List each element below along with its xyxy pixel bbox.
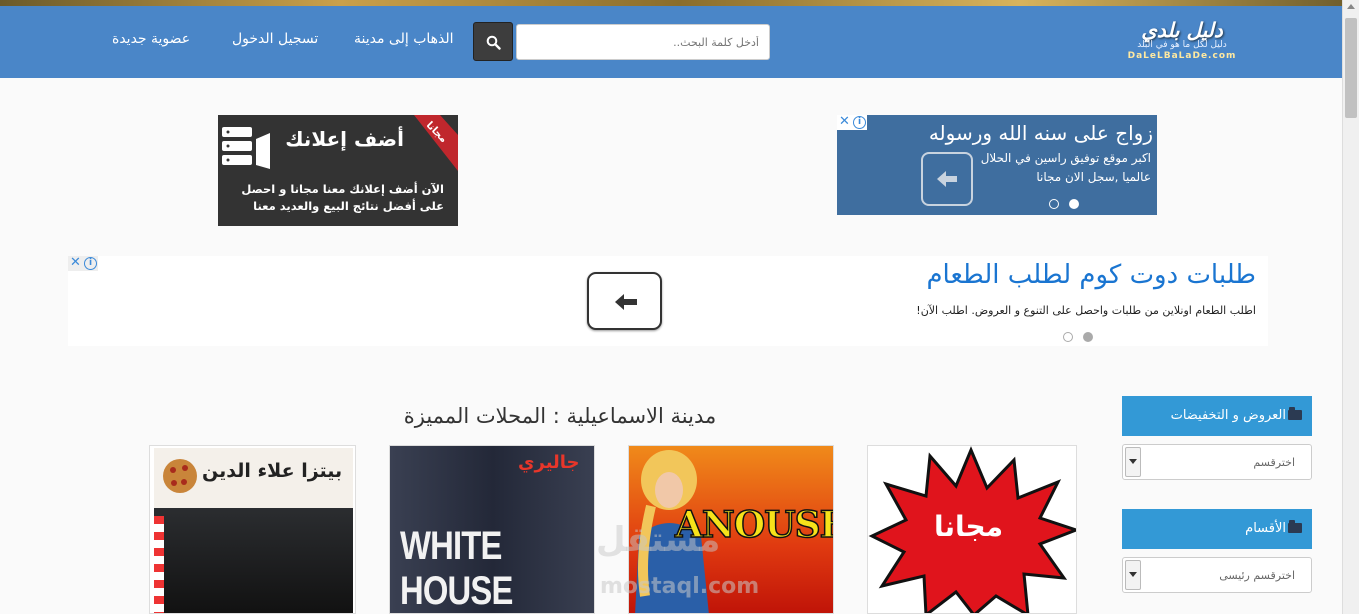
info-icon[interactable]: i bbox=[84, 257, 97, 270]
carousel-dot-active[interactable] bbox=[1083, 332, 1093, 342]
categories-panel-header: الأقسام bbox=[1122, 509, 1312, 549]
ad-arrow-button[interactable] bbox=[921, 152, 973, 206]
ad-title: زواج على سنه الله ورسوله bbox=[928, 121, 1153, 145]
offers-panel-title: العروض و التخفيضات bbox=[1170, 408, 1286, 423]
main-category-select[interactable]: اخترقسم رئيسى bbox=[1122, 557, 1312, 593]
card-top-label: جاليري bbox=[518, 452, 580, 473]
ad-title: أضف إعلانك bbox=[285, 127, 404, 151]
folder-open-icon bbox=[1288, 520, 1302, 533]
ad-body: الآن أضف إعلانك معنا مجانا و احصل على أف… bbox=[241, 182, 444, 213]
card-label: WHITE HOUSE bbox=[400, 524, 513, 613]
search-icon bbox=[486, 35, 501, 50]
offers-category-select[interactable]: اخترقسم bbox=[1122, 444, 1312, 480]
ad-arrow-button[interactable] bbox=[587, 272, 662, 330]
carousel-dot[interactable] bbox=[1063, 332, 1073, 342]
carousel-dot-active[interactable] bbox=[1069, 199, 1079, 209]
search-button[interactable] bbox=[473, 22, 513, 61]
watermark-arabic: مستقل bbox=[596, 520, 721, 560]
scrollbar-thumb[interactable] bbox=[1345, 18, 1357, 118]
carousel-dot[interactable] bbox=[1049, 199, 1059, 209]
talabat-ad[interactable]: ✕ i طلبات دوت كوم لطلب الطعام اطلب الطعا… bbox=[68, 256, 1268, 346]
info-icon[interactable]: i bbox=[853, 116, 866, 129]
storefront-image bbox=[154, 508, 353, 613]
ad-body: اكبر موقع توفيق راسين في الحلال عالميا ,… bbox=[980, 151, 1151, 184]
categories-panel-title: الأقسام bbox=[1245, 521, 1286, 536]
scroll-up-icon[interactable] bbox=[1347, 4, 1355, 9]
watermark-domain: mostaql.com bbox=[600, 574, 760, 599]
ad-choices[interactable]: ✕ i bbox=[68, 256, 98, 271]
nav-login[interactable]: تسجيل الدخول bbox=[232, 31, 318, 47]
ad-body: اطلب الطعام اونلاين من طلبات واحصل على ا… bbox=[916, 304, 1256, 317]
ad-title: طلبات دوت كوم لطلب الطعام bbox=[926, 260, 1256, 290]
chevron-down-icon[interactable] bbox=[1125, 560, 1141, 590]
folder-open-icon bbox=[1288, 407, 1302, 420]
pizza-icon bbox=[163, 459, 197, 493]
logo-title: دليل بلدي bbox=[1141, 18, 1223, 42]
select-value: اخترقسم رئيسى bbox=[1219, 569, 1295, 582]
logo-tagline: دليل لكل ما هو في البلد bbox=[1137, 40, 1227, 50]
nav-go-to-city[interactable]: الذهاب إلى مدينة bbox=[354, 31, 454, 47]
shop-card-white-house[interactable]: جاليري WHITE HOUSE bbox=[389, 445, 595, 614]
barber-pole bbox=[154, 516, 164, 613]
select-value: اخترقسم bbox=[1253, 456, 1295, 469]
marriage-ad[interactable]: ✕ i زواج على سنه الله ورسوله اكبر موقع ت… bbox=[837, 115, 1157, 215]
card-label: مجانا bbox=[934, 510, 1004, 543]
offers-panel-header: العروض و التخفيضات bbox=[1122, 396, 1312, 436]
shop-card-free[interactable]: مجانا bbox=[867, 445, 1077, 614]
featured-shops-title: مدينة الاسماعيلية : المحلات المميزة bbox=[403, 404, 717, 428]
server-icon bbox=[222, 127, 270, 169]
chevron-down-icon[interactable] bbox=[1125, 447, 1141, 477]
logo-domain: DaLeLBaLaDe.com bbox=[1127, 51, 1237, 61]
close-icon[interactable]: ✕ bbox=[68, 256, 83, 271]
close-icon[interactable]: ✕ bbox=[837, 115, 852, 130]
site-logo[interactable]: دليل بلدي دليل لكل ما هو في البلد DaLeLB… bbox=[1112, 18, 1252, 70]
page-scrollbar[interactable] bbox=[1342, 0, 1359, 614]
arrow-left-icon bbox=[937, 171, 957, 187]
nav-register[interactable]: عضوية جديدة bbox=[112, 31, 190, 47]
ad-choices[interactable]: ✕ i bbox=[837, 115, 867, 130]
search-input[interactable] bbox=[516, 24, 770, 60]
shop-card-pizza[interactable]: بيتزا علاء الدين bbox=[149, 445, 356, 614]
add-your-ad-banner[interactable]: مجانا أضف إعلانك الآن أضف إعلانك معنا مج… bbox=[218, 115, 458, 226]
card-label: بيتزا علاء الدين bbox=[202, 460, 343, 482]
arrow-left-icon bbox=[615, 294, 637, 310]
